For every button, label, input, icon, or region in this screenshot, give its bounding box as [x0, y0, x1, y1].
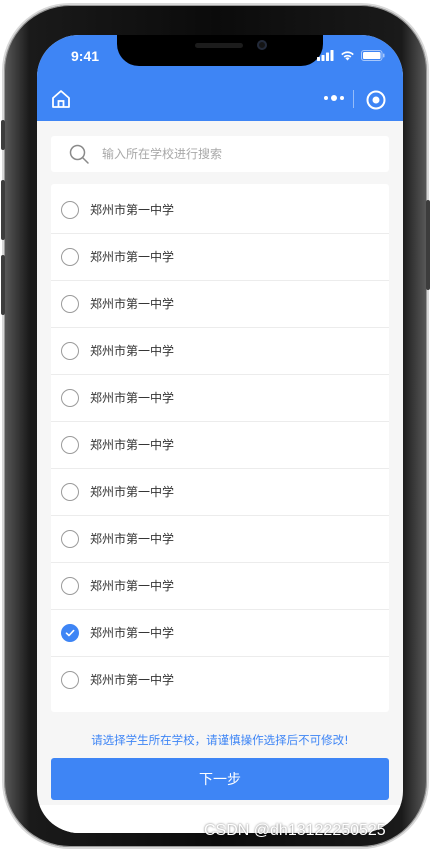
status-icons — [317, 50, 385, 61]
school-list: 郑州市第一中学 郑州市第一中学 郑州市第一中学 郑州市第一中学 郑州市第一中学 郑州市第一… — [51, 184, 389, 712]
warning-notice: 请选择学生所在学校，请谨慎操作选择后不可修改! — [91, 733, 349, 747]
signal-icon — [317, 50, 334, 61]
capsule-divider — [353, 90, 354, 108]
school-name: 郑州市第一中学 — [90, 297, 175, 311]
school-list-item[interactable]: 郑州市第一中学 — [51, 421, 389, 468]
school-name: 郑州市第一中学 — [90, 673, 175, 687]
phone-screen: 9:41 输入所在学校进行搜索 郑州市第一中学 郑州市第一中学 郑州市第一中学 … — [37, 35, 403, 833]
school-list-item[interactable]: 郑州市第一中学 — [51, 562, 389, 609]
school-name: 郑州市第一中学 — [90, 626, 175, 640]
wifi-icon — [341, 51, 354, 61]
school-list-item[interactable]: 郑州市第一中学 — [51, 327, 389, 374]
radio-unchecked-icon[interactable] — [61, 247, 79, 266]
volume-down-button — [1, 255, 5, 315]
radio-checked-icon[interactable] — [61, 623, 79, 642]
radio-unchecked-icon[interactable] — [61, 294, 79, 313]
radio-unchecked-icon[interactable] — [61, 576, 79, 595]
school-name: 郑州市第一中学 — [90, 250, 175, 264]
target-circle-icon[interactable] — [365, 89, 387, 111]
notch — [117, 35, 323, 66]
radio-unchecked-icon[interactable] — [61, 200, 79, 219]
speaker — [195, 43, 243, 48]
school-list-item[interactable]: 郑州市第一中学 — [51, 656, 389, 703]
school-name: 郑州市第一中学 — [90, 532, 175, 546]
watermark: CSDN @dh13122250525 — [204, 822, 386, 839]
school-name: 郑州市第一中学 — [90, 579, 175, 593]
radio-unchecked-icon[interactable] — [61, 482, 79, 501]
school-name: 郑州市第一中学 — [90, 344, 175, 358]
phone-frame: 9:41 输入所在学校进行搜索 郑州市第一中学 郑州市第一中学 郑州市第一中学 … — [1, 5, 430, 847]
search-input[interactable] — [102, 147, 342, 161]
radio-unchecked-icon[interactable] — [61, 529, 79, 548]
home-icon[interactable] — [49, 87, 73, 111]
radio-unchecked-icon[interactable] — [61, 341, 79, 360]
mute-switch — [1, 120, 5, 150]
school-list-item[interactable]: 郑州市第一中学 — [51, 515, 389, 562]
search-icon — [69, 144, 89, 164]
school-name: 郑州市第一中学 — [90, 203, 175, 217]
front-camera — [257, 40, 267, 50]
school-name: 郑州市第一中学 — [90, 438, 175, 452]
radio-unchecked-icon[interactable] — [61, 435, 79, 454]
school-name: 郑州市第一中学 — [90, 391, 175, 405]
school-list-item[interactable]: 郑州市第一中学 — [51, 468, 389, 515]
radio-unchecked-icon[interactable] — [61, 670, 79, 689]
next-step-button[interactable]: 下一步 — [51, 758, 389, 800]
search-box[interactable] — [51, 136, 389, 172]
school-name: 郑州市第一中学 — [90, 485, 175, 499]
more-dots-icon[interactable] — [323, 91, 345, 105]
radio-unchecked-icon[interactable] — [61, 388, 79, 407]
school-list-item[interactable]: 郑州市第一中学 — [51, 186, 389, 233]
school-list-item[interactable]: 郑州市第一中学 — [51, 280, 389, 327]
power-button — [426, 200, 430, 290]
volume-up-button — [1, 180, 5, 240]
school-list-item[interactable]: 郑州市第一中学 — [51, 374, 389, 421]
school-list-item[interactable]: 郑州市第一中学 — [51, 233, 389, 280]
school-list-item[interactable]: 郑州市第一中学 — [51, 609, 389, 656]
status-time: 9:41 — [71, 48, 100, 64]
battery-icon — [361, 50, 385, 61]
